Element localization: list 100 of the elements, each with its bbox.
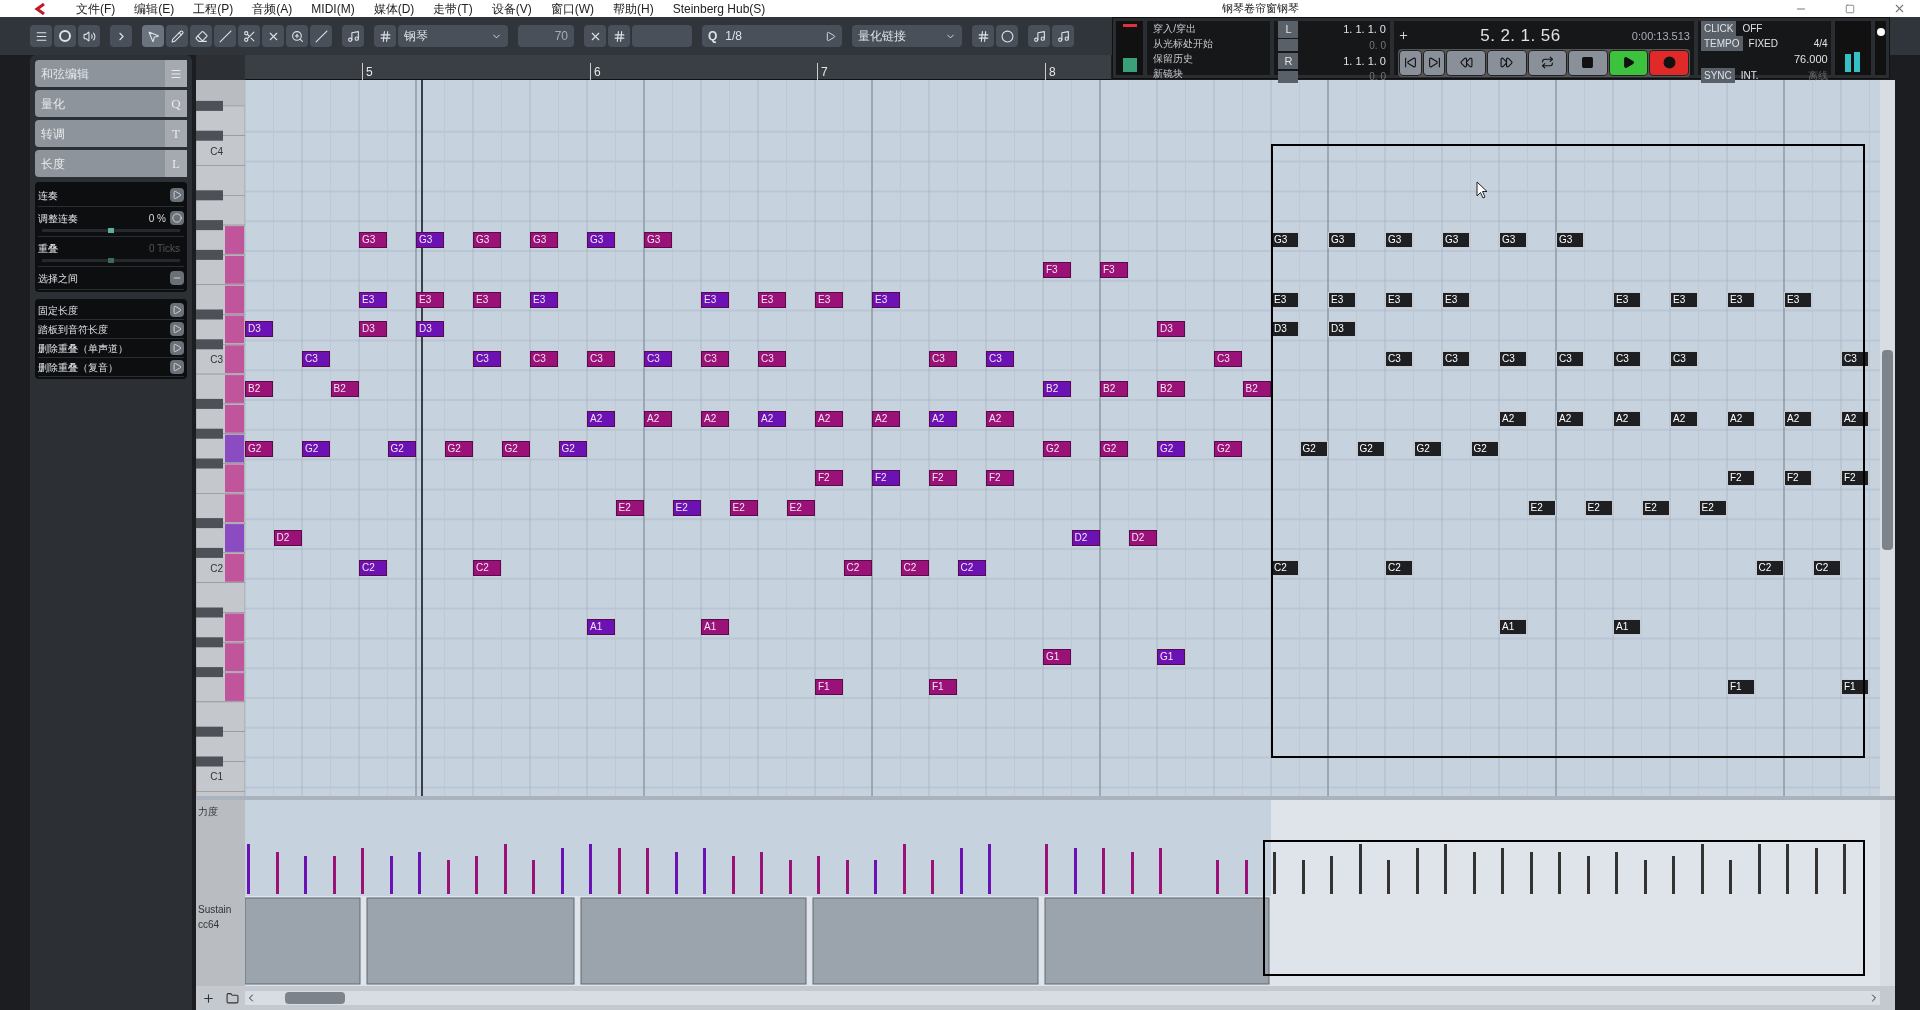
midi-note[interactable]: F1	[929, 679, 957, 695]
midi-note[interactable]: E2	[672, 500, 701, 517]
midi-note[interactable]: D3	[359, 321, 387, 338]
midi-note[interactable]: D3	[1328, 321, 1356, 338]
record-button[interactable]	[1649, 49, 1689, 76]
midi-note[interactable]: A2	[1841, 410, 1869, 427]
midi-note[interactable]: G3	[587, 232, 615, 248]
midi-note[interactable]: C3	[1385, 351, 1413, 368]
timeline-ruler[interactable]: 5 6 7 8	[245, 55, 1111, 80]
instrument-dropdown[interactable]: 钢琴	[398, 25, 508, 47]
midi-note[interactable]: C3	[1613, 351, 1641, 368]
menu-item[interactable]: 编辑(E)	[134, 0, 175, 18]
midi-note[interactable]: G1	[1043, 649, 1071, 666]
midi-note[interactable]: A1	[701, 619, 729, 636]
slider-thumb[interactable]	[108, 228, 114, 233]
menu-item[interactable]: 文件(F)	[76, 0, 116, 18]
midi-note[interactable]: F2	[872, 470, 900, 487]
transport-mode-option[interactable]: 保留历史	[1153, 51, 1265, 66]
midi-note[interactable]: C2	[1755, 559, 1784, 576]
feedback-speaker-icon[interactable]	[78, 25, 100, 47]
velocity-bar[interactable]	[1244, 860, 1248, 894]
note-icon[interactable]	[1052, 25, 1074, 47]
midi-note[interactable]: C3	[1214, 351, 1242, 368]
line-tool-icon[interactable]	[310, 25, 332, 47]
autoscroll-icon[interactable]	[110, 25, 132, 47]
midi-note[interactable]: E3	[1613, 291, 1641, 308]
horizontal-scrollbar[interactable]	[245, 991, 1880, 1005]
midi-note[interactable]: B2	[1242, 381, 1271, 397]
snap-icon[interactable]	[584, 25, 606, 47]
velocity-bar[interactable]	[1130, 852, 1134, 894]
menu-item[interactable]: 媒体(D)	[373, 0, 415, 18]
midi-note[interactable]: B2	[245, 381, 273, 397]
scissors-tool-icon[interactable]	[238, 25, 260, 47]
midi-note[interactable]: A1	[587, 619, 615, 636]
midi-note[interactable]: C3	[587, 351, 615, 368]
velocity-bar[interactable]	[1415, 848, 1419, 894]
add-lane-icon[interactable]	[201, 991, 215, 1005]
midi-note[interactable]: G3	[644, 232, 672, 248]
velocity-bar[interactable]	[389, 856, 393, 894]
midi-note[interactable]: G2	[558, 440, 587, 457]
grid-icon[interactable]	[374, 25, 396, 47]
midi-note[interactable]: C3	[1670, 351, 1698, 368]
menu-item[interactable]: 走带(T)	[433, 0, 473, 18]
midi-note[interactable]: G2	[1356, 440, 1385, 457]
midi-note[interactable]: F2	[1727, 470, 1755, 487]
tempo-button[interactable]: TEMPO	[1701, 36, 1743, 51]
velocity-bar[interactable]	[1700, 844, 1704, 894]
locator-mode-icon[interactable]	[1278, 39, 1299, 51]
midi-note[interactable]: C3	[1556, 351, 1584, 368]
midi-note[interactable]: E2	[615, 500, 644, 517]
midi-note[interactable]: A2	[758, 410, 786, 427]
midi-note[interactable]: A2	[929, 410, 957, 427]
midi-note[interactable]: A2	[1727, 410, 1755, 427]
velocity-bar[interactable]	[1472, 852, 1476, 894]
midi-note[interactable]: E3	[1670, 291, 1698, 308]
midi-note[interactable]: C3	[929, 351, 957, 368]
midi-note[interactable]: G3	[359, 232, 387, 248]
midi-note[interactable]: F3	[1100, 261, 1128, 278]
midi-note[interactable]: A2	[644, 410, 672, 427]
midi-note[interactable]: G2	[1214, 440, 1242, 457]
click-button[interactable]: CLICK	[1701, 21, 1737, 36]
midi-note[interactable]: G2	[1157, 440, 1185, 457]
midi-note[interactable]: F1	[1727, 679, 1755, 695]
midi-note[interactable]: G3	[530, 232, 558, 248]
velocity-bar[interactable]	[845, 860, 849, 894]
midi-note[interactable]: G2	[1470, 440, 1499, 457]
midi-note[interactable]: G2	[387, 440, 416, 457]
velocity-bar[interactable]	[1643, 860, 1647, 894]
menu-item[interactable]: MIDI(M)	[311, 0, 355, 18]
velocity-bar[interactable]	[617, 848, 621, 894]
lane-scrollbar[interactable]	[1880, 896, 1895, 986]
velocity-bar[interactable]	[1586, 856, 1590, 894]
midi-note[interactable]: E3	[815, 291, 843, 308]
apply-button[interactable]	[170, 303, 184, 317]
volume-slider[interactable]	[1875, 21, 1886, 75]
midi-note[interactable]: G3	[1442, 232, 1470, 248]
plus-icon[interactable]	[1398, 30, 1409, 42]
transport-mode-option[interactable]: 新镜块	[1153, 66, 1265, 81]
midi-note[interactable]: C2	[1385, 559, 1413, 576]
midi-note[interactable]: E3	[701, 291, 729, 308]
menu-item[interactable]: 工程(P)	[193, 0, 234, 18]
velocity-bar[interactable]	[1529, 852, 1533, 894]
midi-note[interactable]: C3	[530, 351, 558, 368]
velocity-bar[interactable]	[503, 844, 507, 894]
midi-note[interactable]: G2	[501, 440, 530, 457]
midi-note[interactable]: G2	[245, 440, 273, 457]
midi-note[interactable]: D3	[1271, 321, 1299, 338]
locator-mode-icon[interactable]	[1278, 70, 1299, 83]
velocity-lane[interactable]	[245, 800, 1880, 896]
midi-note[interactable]: C3	[1499, 351, 1527, 368]
folder-icon[interactable]	[226, 991, 240, 1005]
midi-note[interactable]: F2	[986, 470, 1014, 487]
velocity-field[interactable]: 70	[518, 25, 574, 47]
midi-note[interactable]: E2	[729, 500, 758, 517]
midi-note[interactable]: A1	[1613, 619, 1641, 636]
midi-note[interactable]: E3	[872, 291, 900, 308]
midi-note[interactable]: G3	[1385, 232, 1413, 248]
midi-note[interactable]: G2	[1299, 440, 1328, 457]
midi-note[interactable]: D3	[1157, 321, 1185, 338]
grid-snap-icon[interactable]	[608, 25, 630, 47]
